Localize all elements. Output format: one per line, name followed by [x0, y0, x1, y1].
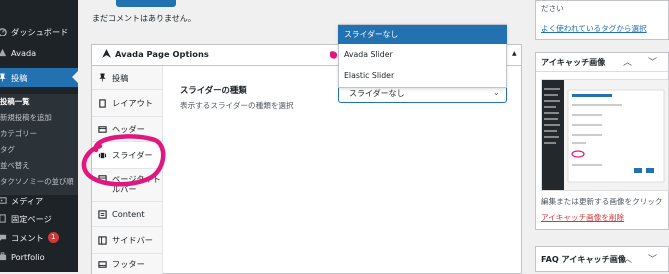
no-comments-text: まだコメントはありません。 — [92, 14, 196, 23]
tab-layout-label: レイアウト — [112, 98, 153, 108]
chevron-down-icon[interactable]: ⌄ — [493, 88, 500, 97]
avada-logo-icon — [102, 49, 111, 58]
tab-footer[interactable]: フッター — [92, 254, 163, 274]
admin-sidebar: ダッシュボード Avada 投稿 投稿一覧 新規投稿を追加 カテゴリー タグ 並… — [0, 0, 78, 272]
tab-page-title-bar[interactable]: ページタイトルバー — [92, 169, 163, 202]
move-up-icon[interactable]: ︿ — [623, 55, 632, 68]
tab-post[interactable]: 投稿 — [92, 66, 163, 90]
tab-content-label: Content — [112, 209, 145, 219]
menu-comments-label: コメント — [11, 232, 44, 243]
tab-layout[interactable]: レイアウト — [92, 90, 163, 117]
menu-portfolio[interactable]: Portfolio — [0, 248, 78, 265]
menu-portfolio-label: Portfolio — [11, 251, 45, 262]
menu-media-label: メディア — [11, 195, 44, 206]
submenu-taxonomy-order[interactable]: タクソノミーの並び順 — [0, 175, 78, 189]
tab-slider[interactable]: スライダー — [92, 142, 164, 169]
document-icon — [99, 98, 106, 108]
pin-icon — [0, 73, 6, 82]
move-down-icon[interactable]: ﹀ — [648, 252, 657, 265]
slider-type-description: 表示するスライダーの種類を選択 — [180, 101, 294, 110]
featured-image-title: アイキャッチ画像 — [541, 57, 606, 67]
menu-pages[interactable]: 固定ページ — [0, 210, 78, 227]
menu-avada-label: Avada — [11, 47, 37, 58]
menu-dashboard-label: ダッシュボード — [11, 26, 69, 37]
submenu-reorder[interactable]: 並べ替え — [0, 159, 78, 173]
comment-count-badge: 1 — [47, 232, 59, 243]
sidebar-icon — [98, 235, 107, 245]
tab-sidebar[interactable]: サイドバー — [92, 227, 163, 254]
media-icon — [0, 197, 7, 204]
dropdown-option-elastic-slider[interactable]: Elastic Slider — [338, 66, 507, 85]
menu-avada[interactable]: Avada — [0, 44, 78, 61]
faq-featured-image-title: FAQ アイキャッチ画像 — [541, 254, 626, 264]
tab-header-label: ヘッダー — [112, 124, 145, 134]
tab-sidebar-label: サイドバー — [112, 235, 153, 245]
avada-icon — [0, 48, 7, 57]
slider-icon — [98, 152, 107, 158]
titlebar-icon — [98, 175, 107, 182]
move-down-icon[interactable]: ﹀ — [648, 55, 657, 68]
footer-icon — [98, 260, 107, 268]
dropdown-option-none[interactable]: スライダーなし — [338, 25, 507, 44]
header-icon — [98, 125, 107, 133]
choose-popular-tags-link[interactable]: よく使われているタグから選択 — [541, 23, 647, 34]
submenu-add-new[interactable]: 新規投稿を追加 — [0, 111, 78, 125]
page-icon — [0, 214, 6, 223]
menu-posts[interactable]: 投稿 — [0, 68, 78, 87]
slider-type-select-value: スライダーなし — [349, 89, 405, 98]
featured-image-thumbnail[interactable] — [541, 79, 669, 191]
panel-title: Avada Page Options — [115, 49, 209, 59]
menu-media[interactable]: メディア — [0, 192, 78, 209]
menu-dashboard[interactable]: ダッシュボード — [0, 23, 78, 40]
portfolio-icon — [0, 252, 7, 261]
pin-icon — [99, 73, 106, 82]
tab-footer-label: フッター — [112, 259, 145, 269]
menu-comments[interactable]: コメント 1 — [0, 229, 78, 246]
featured-image-help: 編集または更新する画像をクリック — [541, 197, 663, 206]
menu-pages-label: 固定ページ — [11, 213, 52, 224]
submenu-tags[interactable]: タグ — [0, 143, 78, 157]
remove-featured-image-link[interactable]: アイキャッチ画像を削除 — [541, 212, 624, 223]
tags-hint: ださい — [541, 4, 564, 13]
tab-post-label: 投稿 — [112, 72, 129, 83]
slider-type-label: スライダーの種類 — [180, 85, 247, 95]
collapse-up-icon[interactable]: ▲ — [512, 50, 517, 57]
dropdown-option-avada-slider[interactable]: Avada Slider — [338, 45, 507, 64]
dashboard-icon — [0, 28, 7, 36]
content-icon — [98, 209, 107, 219]
divider — [536, 71, 669, 72]
tab-page-title-bar-label: ページタイトルバー — [112, 174, 161, 194]
screenshot-thumbnail-image — [542, 80, 668, 190]
tab-slider-label: スライダー — [112, 150, 153, 160]
move-up-icon[interactable]: ︿ — [623, 252, 632, 265]
tab-header[interactable]: ヘッダー — [92, 117, 163, 142]
menu-posts-label: 投稿 — [11, 72, 28, 83]
submenu-categories[interactable]: カテゴリー — [0, 127, 78, 141]
submenu-all-posts[interactable]: 投稿一覧 — [0, 95, 78, 109]
comment-icon — [0, 234, 7, 241]
tab-content[interactable]: Content — [92, 202, 163, 227]
comment-button[interactable] — [116, 0, 176, 7]
